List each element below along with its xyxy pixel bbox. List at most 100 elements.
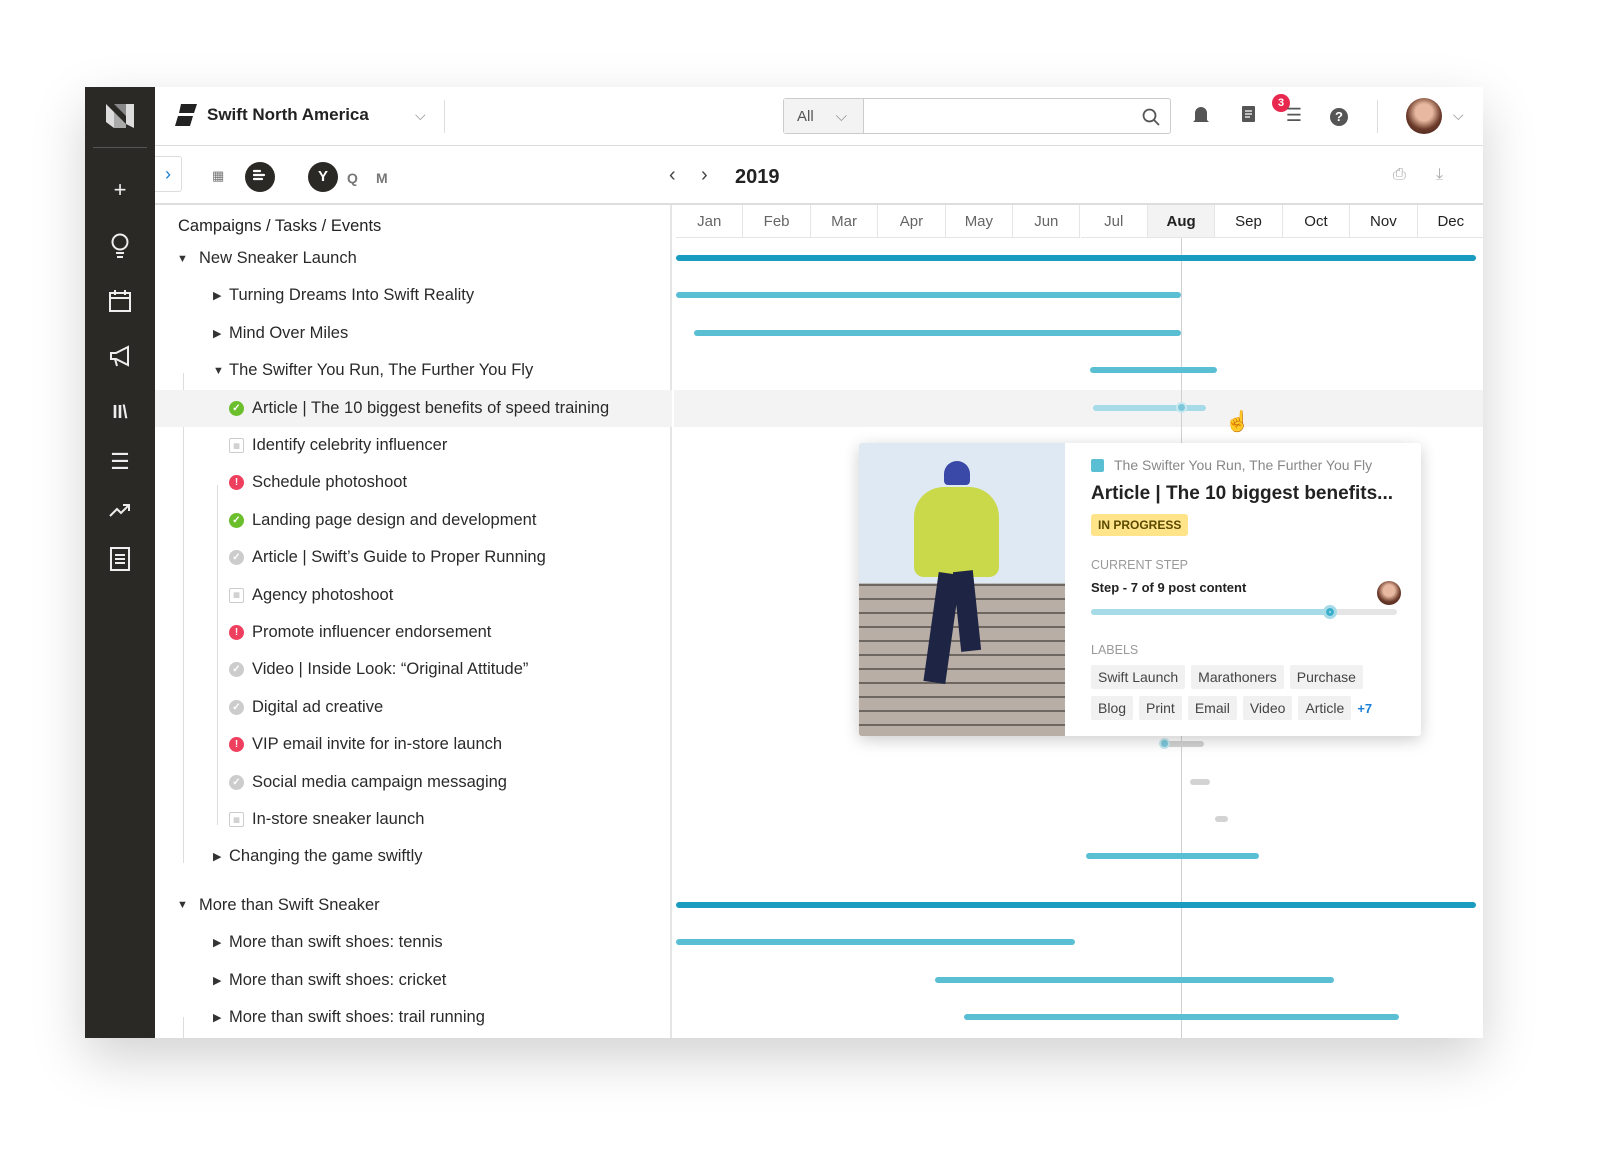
tree-row[interactable]: ▶ Turning Dreams Into Swift Reality [155, 277, 672, 314]
lightbulb-icon[interactable] [107, 233, 133, 259]
tree-row[interactable]: ✓ Social media campaign messaging [155, 764, 672, 801]
megaphone-icon[interactable] [107, 345, 133, 371]
library-icon[interactable]: II\ [107, 399, 133, 425]
expand-toggle-icon[interactable]: ▶ [213, 289, 229, 302]
timeline-view-button[interactable] [245, 162, 275, 192]
program-bar[interactable] [935, 976, 1335, 983]
tree-row[interactable]: ▼ The Swifter You Run, The Further You Fl… [155, 352, 672, 389]
trending-icon[interactable] [107, 497, 133, 523]
month-header: Feb [743, 205, 811, 238]
collapse-toggle-icon[interactable]: ▼ [213, 365, 229, 377]
program-bar[interactable] [693, 329, 1182, 336]
search-scope-select[interactable]: All ⌵ [784, 99, 864, 133]
label-chip[interactable]: Print [1139, 696, 1182, 720]
program-bar[interactable] [676, 939, 1075, 946]
tree-row[interactable]: ▼ New Sneaker Launch [155, 240, 672, 277]
divider [1377, 100, 1378, 133]
label-chip[interactable]: Article [1298, 696, 1352, 720]
progress-handle[interactable] [1158, 738, 1170, 750]
alert-icon: ! [229, 737, 244, 753]
collapse-toggle-icon[interactable]: ▼ [177, 253, 193, 265]
bell-icon[interactable] [1190, 105, 1212, 127]
program-bar[interactable] [964, 1014, 1399, 1020]
program-bar[interactable] [1086, 853, 1259, 860]
step-progress-handle [1322, 605, 1337, 619]
tree-row[interactable]: ✓ Landing page design and development [155, 502, 672, 539]
task-bar[interactable] [1092, 404, 1206, 411]
user-avatar[interactable] [1406, 98, 1442, 134]
chevron-down-icon[interactable]: ⌵ [415, 107, 426, 124]
label-chip[interactable]: Video [1242, 696, 1293, 720]
current-step: Step - 7 of 9 post content [1091, 580, 1247, 595]
search-bar: All ⌵ [783, 98, 1171, 134]
notebook-icon[interactable] [1237, 105, 1259, 127]
label-chip[interactable]: Swift Launch [1091, 665, 1186, 689]
tree-row[interactable]: ▦ Agency photoshoot [155, 577, 672, 614]
row-label: Agency photoshoot [252, 585, 394, 604]
tree-row[interactable]: ▶ More than swift shoes: trail running [155, 999, 672, 1036]
search-scope-value: All [797, 107, 814, 125]
campaign-bar[interactable] [676, 901, 1477, 908]
row-label: Digital ad creative [252, 697, 384, 716]
month-header: Mar [810, 205, 879, 238]
checklist-icon[interactable]: ☰ [1283, 105, 1305, 127]
task-bar[interactable] [1190, 778, 1211, 785]
program-bar[interactable] [676, 292, 1182, 299]
help-icon[interactable]: ? [1328, 105, 1350, 127]
tree-row[interactable]: ▦ Identify celebrity influencer [155, 427, 672, 464]
row-label: VIP email invite for in-store launch [252, 735, 503, 754]
tree-panel: Campaigns / Tasks / Events ▼ New Sneaker … [155, 205, 672, 1038]
prev-year-button[interactable]: ‹ [669, 164, 676, 187]
list-icon[interactable]: ☰ [107, 449, 133, 475]
tree-row[interactable]: ▼ More than Swift Sneaker [155, 887, 672, 924]
collapse-toggle-icon[interactable]: ▼ [177, 899, 193, 911]
tree-row[interactable]: ✓ Article | Swift’s Guide to Proper Runni… [155, 539, 672, 576]
expand-toggle-icon[interactable]: ▶ [213, 974, 229, 987]
print-icon[interactable]: ⎙ [1393, 166, 1406, 184]
logo-icon[interactable] [104, 100, 136, 132]
tree-row[interactable]: ! Promote influencer endorsement [155, 614, 672, 651]
calendar-view-icon[interactable]: ▦ [212, 168, 224, 184]
expand-toggle-icon[interactable]: ▶ [213, 936, 229, 949]
progress-handle[interactable] [1175, 401, 1187, 413]
zoom-year-button[interactable]: Y [308, 162, 338, 192]
report-icon[interactable] [107, 547, 133, 573]
calendar-icon[interactable] [107, 290, 133, 316]
more-labels-link[interactable]: +7 [1357, 701, 1372, 716]
program-bar[interactable] [1090, 367, 1217, 374]
expand-panel-button[interactable]: › [155, 156, 182, 192]
tree-row[interactable]: ▶ Changing the game swiftly [155, 838, 672, 875]
label-chip[interactable]: Blog [1091, 696, 1134, 720]
expand-toggle-icon[interactable]: ▶ [213, 1011, 229, 1024]
task-bar[interactable] [1214, 816, 1228, 822]
tree-row[interactable]: ✓ Video | Inside Look: “Original Attitude… [155, 651, 672, 688]
label-chip[interactable]: Marathoners [1191, 665, 1284, 689]
tree-row[interactable]: ✓ Article | The 10 biggest benefits of sp… [155, 389, 672, 427]
row-label: Social media campaign messaging [252, 772, 507, 791]
search-input[interactable] [864, 99, 1132, 133]
org-switcher[interactable]: Swift North America [175, 104, 369, 126]
month-header: Dec [1417, 205, 1483, 238]
label-chip[interactable]: Purchase [1289, 665, 1363, 689]
row-label: More than swift shoes: cricket [229, 970, 447, 989]
expand-toggle-icon[interactable]: ▶ [213, 327, 229, 340]
tree-row[interactable]: ▶ More than swift shoes: cricket [155, 962, 672, 999]
task-preview-card[interactable]: The Swifter You Run, The Further You Fly… [859, 443, 1421, 736]
campaign-bar[interactable] [676, 255, 1477, 261]
search-icon[interactable] [1142, 108, 1160, 126]
expand-toggle-icon[interactable]: ▶ [213, 850, 229, 863]
chevron-down-icon[interactable]: ⌵ [1453, 107, 1464, 124]
zoom-month-button[interactable]: M [376, 170, 388, 186]
tree-row[interactable]: ▦ In-store sneaker launch [155, 801, 672, 838]
zoom-quarter-button[interactable]: Q [347, 170, 358, 186]
tree-row[interactable]: ! Schedule photoshoot [155, 464, 672, 501]
download-icon[interactable]: ⤓ [1436, 166, 1443, 184]
tree-row[interactable]: ▶ Mind Over Miles [155, 315, 672, 352]
tree-row[interactable]: ▶ More than swift shoes: tennis [155, 924, 672, 961]
next-year-button[interactable]: › [701, 164, 708, 187]
row-label: Article | Swift’s Guide to Proper Runnin… [252, 548, 546, 567]
label-chip[interactable]: Email [1187, 696, 1237, 720]
add-icon[interactable]: + [107, 177, 133, 203]
tree-row[interactable]: ✓ Digital ad creative [155, 689, 672, 726]
tree-row[interactable]: ! VIP email invite for in-store launch [155, 726, 672, 763]
